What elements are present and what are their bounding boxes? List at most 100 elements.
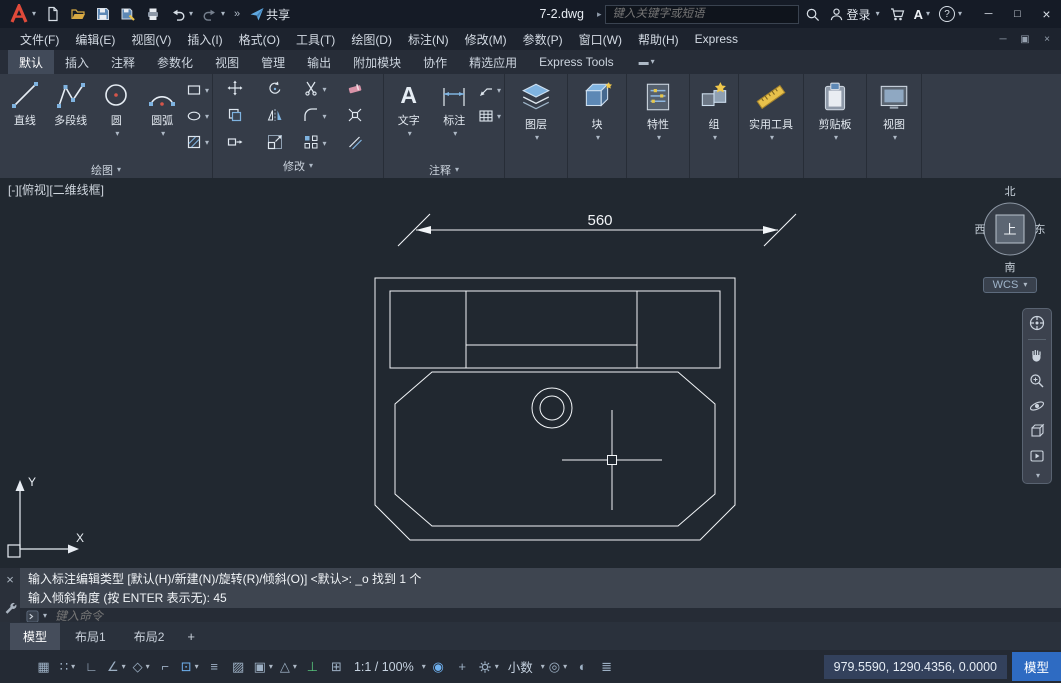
zoom-button[interactable] xyxy=(1028,372,1046,390)
dropdown-icon[interactable]: ▾ xyxy=(32,10,36,18)
search-input[interactable] xyxy=(610,7,793,21)
command-close-button[interactable]: × xyxy=(6,572,14,587)
menu-dimension[interactable]: 标注(N) xyxy=(400,29,457,50)
annotation-autoscale-toggle[interactable]: + xyxy=(451,658,474,675)
viewcube-tool-button[interactable] xyxy=(1028,422,1046,440)
viewcube-top-face[interactable]: 上 xyxy=(1003,222,1016,237)
new-layout-button[interactable]: + xyxy=(179,626,203,647)
dropdown-icon[interactable]: ▾ xyxy=(115,130,119,138)
object-snap-toggle[interactable]: ⊡ ▾ xyxy=(178,658,202,675)
menu-format[interactable]: 格式(O) xyxy=(231,29,288,50)
dropdown-icon[interactable]: ▾ xyxy=(195,662,199,671)
ribbon-tab-addins[interactable]: 附加模块 xyxy=(342,50,412,74)
trim-button[interactable] xyxy=(303,80,319,99)
dropdown-icon[interactable]: ▾ xyxy=(893,134,897,142)
transparency-toggle[interactable]: ▨ xyxy=(227,658,250,675)
ribbon-panel-view[interactable]: 视图 ▾ xyxy=(867,74,922,178)
dropdown-icon[interactable]: ▾ xyxy=(161,130,165,138)
3d-object-snap-toggle[interactable]: △ ▾ xyxy=(277,658,300,675)
dynamic-ucs-toggle[interactable]: ⊥ xyxy=(301,658,324,675)
menu-insert[interactable]: 插入(I) xyxy=(179,29,230,50)
viewport-controls-label[interactable]: [-][俯视][二维线框] xyxy=(8,181,104,198)
dropdown-icon[interactable]: ▾ xyxy=(497,113,501,121)
dropdown-icon[interactable]: ▾ xyxy=(535,134,539,142)
dropdown-icon[interactable]: ▾ xyxy=(146,662,150,671)
dropdown-icon[interactable]: ▾ xyxy=(189,10,193,18)
menu-window[interactable]: 窗口(W) xyxy=(571,29,630,50)
dropdown-icon[interactable]: ▾ xyxy=(122,662,126,671)
viewcube-compass[interactable]: 北 上 西 东 南 xyxy=(971,182,1049,274)
dropdown-icon[interactable]: ▾ xyxy=(770,134,774,142)
dropdown-icon[interactable]: ▾ xyxy=(926,10,930,18)
showmotion-button[interactable] xyxy=(1028,447,1046,465)
erase-button[interactable] xyxy=(347,80,363,99)
dropdown-icon[interactable]: ▾ xyxy=(71,662,75,671)
menu-modify[interactable]: 修改(M) xyxy=(457,29,515,50)
dropdown-icon[interactable]: ▾ xyxy=(958,10,962,18)
line-button[interactable]: 直线 xyxy=(2,76,48,161)
plot-button[interactable] xyxy=(142,2,164,26)
help-button[interactable]: ? ▾ xyxy=(936,2,965,26)
dropdown-icon[interactable]: ▾ xyxy=(657,134,661,142)
offset-button[interactable] xyxy=(347,134,363,153)
ribbon-panel-layers[interactable]: 图层 ▾ xyxy=(505,74,568,178)
ribbon-panel-properties[interactable]: 特性 ▾ xyxy=(627,74,690,178)
table-tool-button[interactable] xyxy=(478,108,494,127)
hatch-tool-button[interactable] xyxy=(186,134,202,153)
dropdown-icon[interactable]: ▾ xyxy=(322,85,326,94)
ribbon-tab-parametric[interactable]: 参数化 xyxy=(146,50,204,74)
ribbon-panel-groups[interactable]: 组 ▾ xyxy=(690,74,739,178)
selection-cycling-toggle[interactable]: ▣ ▾ xyxy=(251,658,276,675)
model-viewport[interactable]: 560 Y X [-][俯视][二维线框] 北 上 西 东 南 WCS ▾ ▾ xyxy=(0,178,1061,568)
ribbon-panel-utilities[interactable]: 实用工具 ▾ xyxy=(739,74,804,178)
isometric-drafting-toggle[interactable]: ◇ ▾ xyxy=(130,658,153,675)
scale-button[interactable] xyxy=(267,134,283,153)
viewcube-west[interactable]: 西 xyxy=(975,224,986,236)
circle-button[interactable]: 圆 ▾ xyxy=(94,76,140,161)
doc-close-button[interactable]: × xyxy=(1037,34,1057,45)
lineweight-toggle[interactable]: ≡ xyxy=(203,658,226,675)
coordinates-display[interactable]: 979.5590, 1290.4356, 0.0000 xyxy=(823,654,1007,679)
minimize-button[interactable]: ─ xyxy=(974,0,1003,28)
menu-parametric[interactable]: 参数(P) xyxy=(515,29,571,50)
more-commands-button[interactable]: » xyxy=(231,2,243,26)
copy-button[interactable] xyxy=(227,107,243,126)
dropdown-icon[interactable]: ▾ xyxy=(322,112,326,121)
snap-mode-toggle[interactable]: ∷ ▾ xyxy=(56,658,79,675)
autodesk-app-button[interactable]: A ▾ xyxy=(911,2,933,26)
dropdown-icon[interactable]: ▾ xyxy=(205,113,209,121)
dropdown-icon[interactable]: ▾ xyxy=(293,662,297,671)
osnap-tracking-toggle[interactable]: ⌐ xyxy=(154,658,177,675)
text-button[interactable]: A 文字 ▾ xyxy=(386,76,431,161)
viewcube-north[interactable]: 北 xyxy=(1005,185,1016,198)
dropdown-icon[interactable]: ▾ xyxy=(205,87,209,95)
layout-tab-layout2[interactable]: 布局2 xyxy=(121,623,178,650)
new-drawing-button[interactable] xyxy=(42,2,64,26)
explode-button[interactable] xyxy=(347,107,363,126)
dropdown-icon[interactable]: ▾ xyxy=(422,662,426,671)
sink-drawing-geometry[interactable] xyxy=(374,277,736,541)
dropdown-icon[interactable]: ▾ xyxy=(269,662,273,671)
isolate-objects-button[interactable]: ◐ xyxy=(571,658,594,675)
arc-button[interactable]: 圆弧 ▾ xyxy=(139,76,185,161)
viewcube-east[interactable]: 东 xyxy=(1035,223,1046,236)
save-button[interactable] xyxy=(92,2,114,26)
maximize-button[interactable]: □ xyxy=(1003,0,1032,28)
dynamic-input-toggle[interactable]: ⊞ xyxy=(325,658,348,675)
dropdown-icon[interactable]: ▾ xyxy=(205,139,209,147)
dropdown-icon[interactable]: ▾ xyxy=(408,130,412,138)
ribbon-tab-home[interactable]: 默认 xyxy=(8,50,55,74)
full-navigation-wheel-button[interactable] xyxy=(1028,314,1046,332)
mirror-button[interactable] xyxy=(267,107,283,126)
menu-draw[interactable]: 绘图(D) xyxy=(343,29,400,50)
stretch-button[interactable] xyxy=(227,134,243,153)
model-space-badge[interactable]: 模型 xyxy=(1011,652,1061,681)
viewcube[interactable]: 北 上 西 东 南 WCS ▾ xyxy=(971,182,1049,293)
annotation-monitor-toggle[interactable]: ◎ ▾ xyxy=(546,658,570,675)
customize-command-button[interactable] xyxy=(3,601,17,618)
app-store-cart-button[interactable] xyxy=(886,2,908,26)
wcs-selector[interactable]: WCS ▾ xyxy=(982,277,1038,293)
annotation-scale-display[interactable]: 1:1 / 100% xyxy=(349,658,419,676)
ribbon-panel-block[interactable]: 块 ▾ xyxy=(568,74,627,178)
polyline-button[interactable]: 多段线 xyxy=(48,76,94,161)
